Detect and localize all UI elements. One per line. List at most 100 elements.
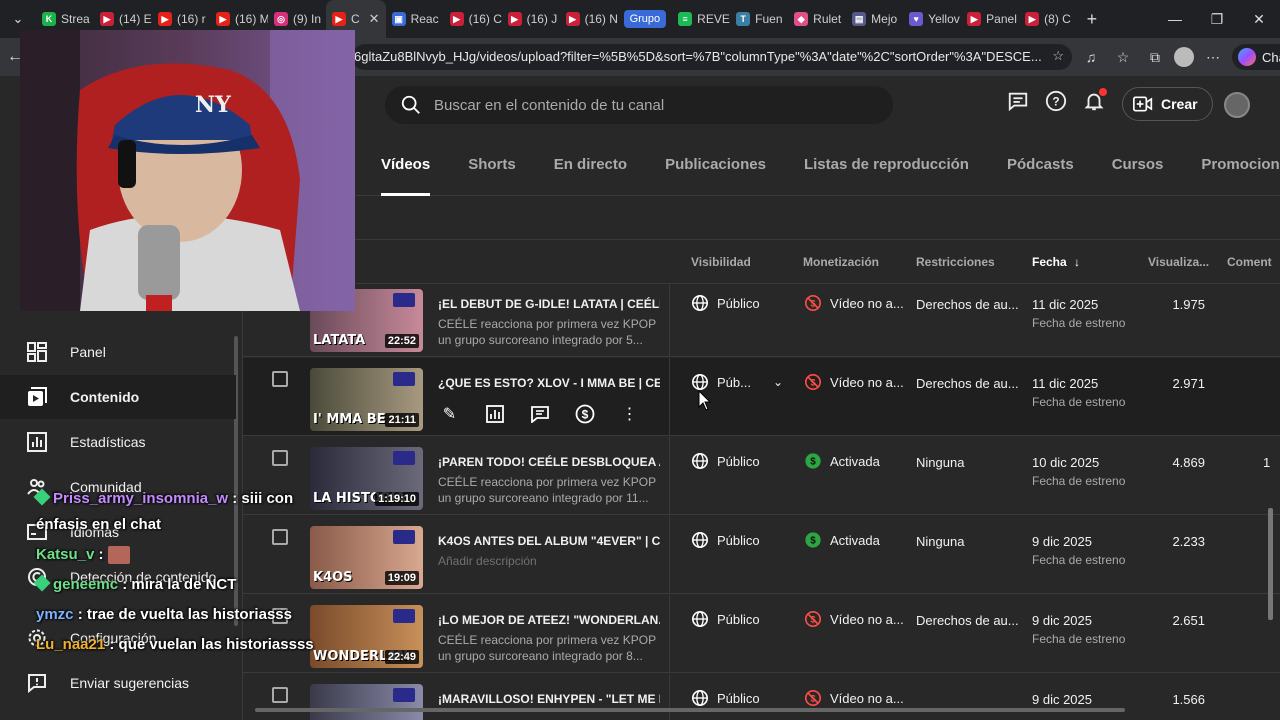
sidebar-item[interactable]: Estadísticas xyxy=(0,420,236,464)
close-tab-icon[interactable]: ✕ xyxy=(369,11,380,27)
content-tab[interactable]: Pódcasts xyxy=(1007,134,1074,196)
col-visibility[interactable]: Visibilidad xyxy=(691,255,751,269)
table-row[interactable]: LA HISTORIA 1:19:10 ¡PAREN TODO! CEÉLE DES… xyxy=(243,437,1280,515)
col-date[interactable]: Fecha ↓ xyxy=(1032,255,1080,269)
visibility-cell[interactable]: Público xyxy=(691,610,760,628)
vertical-scrollbar[interactable] xyxy=(1268,508,1273,620)
profile-avatar[interactable] xyxy=(1174,47,1194,67)
sidebar-item[interactable]: Contenido xyxy=(0,375,236,419)
content-tab[interactable]: Publicaciones xyxy=(665,134,766,196)
content-tab[interactable]: Cursos xyxy=(1112,134,1164,196)
browser-tab[interactable]: ▶ Panel xyxy=(961,0,1019,38)
minimize-icon[interactable]: — xyxy=(1154,0,1196,38)
sidebar-item[interactable]: Panel xyxy=(0,330,236,374)
browser-tab[interactable]: ◆ Rulet xyxy=(788,0,846,38)
create-button[interactable]: Crear xyxy=(1122,87,1213,121)
video-title[interactable]: K4OS ANTES DEL ALBUM "4EVER" | C... xyxy=(438,534,660,548)
more-menu-icon[interactable]: ⋯ xyxy=(1200,49,1226,66)
monetization-dollar-icon[interactable]: $ xyxy=(573,402,596,425)
browser-tab[interactable]: ▤ Mejo xyxy=(846,0,903,38)
visibility-cell[interactable]: Público xyxy=(691,531,760,549)
visibility-cell[interactable]: Púb... ⌄ xyxy=(691,373,783,391)
video-thumbnail[interactable]: WONDERLAN 22:49 xyxy=(310,605,423,668)
table-row[interactable]: K4OS 19:09 K4OS ANTES DEL ALBUM "4EVER" | … xyxy=(243,516,1280,594)
content-tab[interactable]: En directo xyxy=(554,134,627,196)
monetization-cell[interactable]: $ Vídeo no a... xyxy=(804,373,904,391)
notifications-bell-icon[interactable] xyxy=(1083,88,1107,112)
visibility-cell[interactable]: Público xyxy=(691,294,760,312)
video-title[interactable]: ¡PAREN TODO! CEÉLE DESBLOQUEA A... xyxy=(438,455,660,469)
monetization-off-icon: $ xyxy=(804,610,822,628)
content-tab[interactable]: Vídeos xyxy=(381,134,431,196)
url-field[interactable]: 6gltaZu8BlNvyb_HJg/videos/upload?filter=… xyxy=(352,44,1072,70)
table-row[interactable]: LATATA 22:52 ¡EL DEBUT DE G-IDLE! LATATA |… xyxy=(243,284,1280,357)
help-icon[interactable]: ? xyxy=(1045,90,1067,112)
monetization-cell[interactable]: $ Activada xyxy=(804,531,880,549)
favorites-icon[interactable]: ☆ xyxy=(1110,49,1136,66)
chat-text: : que vuelan las historiassss xyxy=(109,636,314,653)
video-title[interactable]: ¡MARAVILLOSO! ENHYPEN - "LET ME I... xyxy=(438,692,660,706)
restore-icon[interactable]: ❐ xyxy=(1196,0,1238,38)
video-title[interactable]: ¡LO MEJOR DE ATEEZ! "WONDERLAN... xyxy=(438,613,660,627)
content-tab[interactable]: Listas de reproducción xyxy=(804,134,969,196)
browser-tab[interactable]: ▶ (16) J xyxy=(502,0,560,38)
table-row[interactable]: I' MMA BE 21:11 ¿QUE ES ESTO? XLOV - I MMA… xyxy=(243,358,1280,436)
mouse-cursor-icon xyxy=(698,390,712,411)
restrictions-label[interactable]: Derechos de au... xyxy=(916,297,1019,312)
col-monetization[interactable]: Monetización xyxy=(803,255,879,269)
monetization-cell[interactable]: $ Vídeo no a... xyxy=(804,294,904,312)
col-restrictions[interactable]: Restricciones xyxy=(916,255,995,269)
edit-pencil-icon[interactable]: ✎ xyxy=(438,402,461,425)
collections-icon[interactable]: ⧉ xyxy=(1142,49,1168,66)
channel-avatar[interactable] xyxy=(1224,92,1250,118)
chat-message: ymzc : trae de vuelta las historiasss xyxy=(36,606,292,623)
sidebar-item[interactable]: Enviar sugerencias xyxy=(0,661,236,705)
restrictions-label[interactable]: Ninguna xyxy=(916,534,964,549)
restrictions-label[interactable]: Ninguna xyxy=(916,455,964,470)
analytics-icon[interactable] xyxy=(483,402,506,425)
restrictions-label[interactable]: Derechos de au... xyxy=(916,376,1019,391)
row-checkbox[interactable] xyxy=(272,450,288,466)
video-thumbnail[interactable]: LA HISTORIA 1:19:10 xyxy=(310,447,423,510)
browser-tab[interactable]: ▣ Reac xyxy=(386,0,444,38)
video-title[interactable]: ¡EL DEBUT DE G-IDLE! LATATA | CEÉLE... xyxy=(438,297,660,311)
row-checkbox[interactable] xyxy=(272,687,288,703)
more-options-icon[interactable]: ⋮ xyxy=(618,402,641,425)
col-views[interactable]: Visualiza... xyxy=(1148,255,1209,269)
video-thumbnail[interactable]: I' MMA BE 21:11 xyxy=(310,368,423,431)
monetization-cell[interactable]: $ Vídeo no a... xyxy=(804,689,904,707)
copilot-chat-button[interactable]: Chat xyxy=(1232,44,1280,70)
content-tab[interactable]: Promociones xyxy=(1201,134,1280,196)
browser-tab[interactable]: T Fuen xyxy=(730,0,788,38)
content-tab[interactable]: Shorts xyxy=(468,134,516,196)
monetization-cell[interactable]: $ Activada xyxy=(804,452,880,470)
table-row[interactable]: ¡MARAVILLOSO! ENHYPEN - "LET ME I... Públ… xyxy=(243,674,1280,720)
bookmark-star-icon[interactable]: ☆ xyxy=(1052,48,1064,64)
visibility-cell[interactable]: Público xyxy=(691,689,760,707)
comments-feed-icon[interactable] xyxy=(1007,90,1029,112)
table-row[interactable]: WONDERLAN 22:49 ¡LO MEJOR DE ATEEZ! "WONDE… xyxy=(243,595,1280,673)
close-window-icon[interactable]: ✕ xyxy=(1238,0,1280,38)
row-checkbox[interactable] xyxy=(272,529,288,545)
tab-group-label[interactable]: Grupo xyxy=(623,10,667,28)
search-input[interactable] xyxy=(434,96,874,114)
restrictions-label[interactable]: Derechos de au... xyxy=(916,613,1019,628)
media-icon[interactable]: ♫ xyxy=(1078,49,1104,65)
video-thumbnail[interactable]: K4OS 19:09 xyxy=(310,526,423,589)
chevron-down-icon[interactable]: ⌄ xyxy=(773,375,783,389)
video-thumbnail[interactable] xyxy=(310,684,423,720)
browser-tab[interactable]: ≡ REVE xyxy=(672,0,730,38)
browser-tab[interactable]: ♥ Yellov xyxy=(903,0,961,38)
browser-tab[interactable]: ▶ (16) N xyxy=(560,0,618,38)
col-comments[interactable]: Coment xyxy=(1227,255,1272,269)
comments-icon[interactable] xyxy=(528,402,551,425)
browser-tab[interactable]: ▶ (8) C xyxy=(1019,0,1077,38)
search-bar[interactable] xyxy=(385,86,893,124)
monetization-cell[interactable]: $ Vídeo no a... xyxy=(804,610,904,628)
browser-tab[interactable]: ▶ (16) C xyxy=(444,0,502,38)
new-tab-button[interactable]: + xyxy=(1077,9,1107,30)
visibility-cell[interactable]: Público xyxy=(691,452,760,470)
row-checkbox[interactable] xyxy=(272,371,288,387)
horizontal-scrollbar[interactable] xyxy=(255,708,1125,712)
video-title[interactable]: ¿QUE ES ESTO? XLOV - I MMA BE | CE... xyxy=(438,376,660,390)
